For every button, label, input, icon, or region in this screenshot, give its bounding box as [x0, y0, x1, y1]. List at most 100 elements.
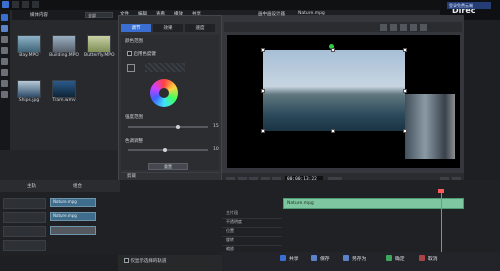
cancel-button[interactable]: 取消 — [418, 254, 441, 263]
library-item[interactable]: Building.MPO — [49, 35, 79, 58]
tab-effects[interactable]: 效果 — [153, 24, 183, 32]
timeline-header — [0, 180, 120, 192]
folder-icon[interactable] — [12, 1, 19, 8]
hue-value: 10 — [213, 147, 219, 152]
chroma-key-option[interactable]: 启用色度键 — [127, 51, 156, 57]
preview-tools — [380, 24, 427, 31]
undo-icon[interactable] — [22, 1, 29, 8]
library-item[interactable]: Tram.wmv — [52, 80, 79, 103]
library-tab[interactable]: 媒体内容 — [30, 12, 48, 18]
select-icon[interactable] — [380, 24, 387, 31]
save-icon — [311, 255, 317, 261]
item-label: Butterfly.MPO — [84, 53, 115, 58]
timeline-tab-composite[interactable]: 组合 — [73, 183, 82, 189]
library-item[interactable]: Bay.MPO — [17, 35, 44, 58]
title-icon[interactable] — [1, 58, 8, 65]
track-header[interactable] — [3, 212, 46, 223]
attr-row[interactable]: 位置 — [222, 228, 282, 237]
pip-object-main[interactable] — [263, 50, 405, 131]
library-item[interactable]: Butterfly.MPO — [84, 35, 115, 58]
title-bar — [0, 0, 500, 10]
pip-object-secondary[interactable] — [405, 94, 455, 159]
save-as-icon — [343, 255, 349, 261]
app-logo-icon — [2, 1, 9, 8]
tab-adjust[interactable]: 调节 — [121, 24, 151, 32]
track-header[interactable] — [3, 240, 46, 251]
resize-handle[interactable] — [261, 89, 265, 93]
app-icons — [2, 1, 39, 8]
preview-clip-name: Nature.mpg — [298, 11, 325, 16]
audio-icon[interactable] — [1, 80, 8, 87]
library-item[interactable]: Ships.jpg — [17, 80, 44, 103]
show-selected-track-label: 仅显示选择的轨道 — [130, 259, 167, 264]
particle-icon[interactable] — [1, 47, 8, 54]
effects-icon[interactable] — [1, 25, 8, 32]
reset-button[interactable]: 重置 — [148, 163, 188, 170]
keyframe-clip[interactable]: Nature.mpg — [283, 198, 464, 209]
playhead-line — [441, 191, 442, 255]
tab-speed[interactable]: 速度 — [185, 24, 215, 32]
preview-title: 画中画设计器 — [258, 12, 285, 17]
ok-label: 确定 — [395, 257, 405, 262]
share-icon — [280, 255, 286, 261]
color-swatch[interactable] — [145, 63, 185, 72]
chroma-key-label: 启用色度键 — [133, 52, 156, 57]
track-header[interactable] — [3, 226, 46, 237]
item-label: Building.MPO — [49, 53, 79, 58]
color-wheel-center — [159, 88, 169, 98]
thumbnail-image — [87, 35, 111, 53]
save-label: 保存 — [320, 257, 330, 262]
timeline-clip-thumbs[interactable] — [50, 226, 96, 235]
thumbnail-image — [17, 80, 41, 98]
thumbnail-image — [52, 80, 76, 98]
show-selected-track-checkbox[interactable] — [124, 258, 129, 263]
resize-handle[interactable] — [331, 129, 335, 133]
import-icon[interactable] — [1, 14, 8, 21]
share-label: 共享 — [289, 257, 299, 262]
resize-handle[interactable] — [261, 48, 265, 52]
fx-footer: 仅显示选择的轨道 — [118, 255, 222, 271]
chapter-icon[interactable] — [1, 91, 8, 98]
ok-button[interactable]: 确定 — [385, 254, 408, 263]
slider-handle[interactable] — [163, 148, 167, 152]
fx-tabs: 调节 效果 速度 — [121, 24, 215, 32]
attr-row[interactable]: 不透明度 — [222, 219, 282, 228]
attr-row[interactable]: 旋转 — [222, 237, 282, 246]
transition-icon[interactable] — [1, 69, 8, 76]
resize-handle[interactable] — [403, 89, 407, 93]
share-button[interactable]: 共享 — [279, 254, 302, 263]
item-label: Bay.MPO — [19, 53, 39, 58]
item-label: Ships.jpg — [18, 98, 40, 103]
ok-icon — [386, 255, 392, 261]
item-label: Tram.wmv — [52, 98, 76, 103]
resize-handle[interactable] — [261, 129, 265, 133]
resize-handle[interactable] — [403, 48, 407, 52]
save-as-button[interactable]: 另存为 — [342, 254, 369, 263]
tolerance-label: 强度范围 — [125, 115, 143, 120]
cloud-login-badge[interactable]: 登录免费云端 — [447, 2, 491, 9]
eyedropper-icon[interactable] — [127, 64, 135, 72]
track-header[interactable] — [3, 198, 46, 209]
fit-icon[interactable] — [420, 24, 427, 31]
save-button[interactable]: 保存 — [310, 254, 333, 263]
hand-icon[interactable] — [390, 24, 397, 31]
zoom-out-icon[interactable] — [410, 24, 417, 31]
thumbnail-image — [52, 35, 76, 53]
chroma-key-checkbox[interactable] — [127, 51, 132, 56]
library-footer — [0, 150, 118, 180]
timeline-tab-main[interactable]: 主轨 — [27, 183, 36, 189]
section-title: 颜色范围 — [125, 39, 143, 44]
tolerance-slider[interactable] — [128, 125, 208, 129]
redo-icon[interactable] — [32, 1, 39, 8]
timeline-clip[interactable]: Nature.mpg — [50, 212, 96, 221]
resize-handle[interactable] — [331, 48, 335, 52]
filter-dropdown[interactable]: 全部 — [85, 12, 113, 18]
slider-handle[interactable] — [176, 125, 180, 129]
timeline-clip[interactable]: Nature.mpg — [50, 198, 96, 207]
hue-slider[interactable] — [128, 148, 208, 152]
resize-handle[interactable] — [403, 129, 407, 133]
attr-row[interactable]: 主片段 — [222, 210, 282, 219]
cancel-icon — [419, 255, 425, 261]
zoom-in-icon[interactable] — [400, 24, 407, 31]
pip-icon[interactable] — [1, 36, 8, 43]
